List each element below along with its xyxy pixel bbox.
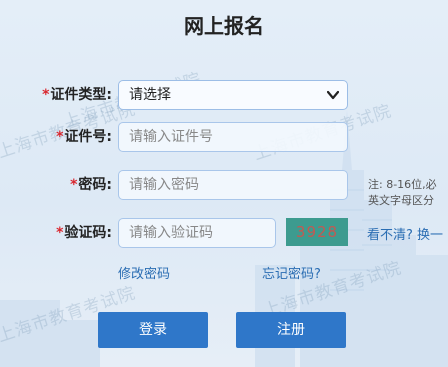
register-button[interactable]: 注册 — [236, 312, 346, 348]
id-number-label-text: 证件号: — [64, 129, 112, 145]
captcha-row: *验证码: 请输入验证码 — [0, 218, 280, 248]
change-password-link[interactable]: 修改密码 — [118, 263, 170, 282]
id-type-label: *证件类型: — [0, 80, 112, 110]
captcha-label-text: 验证码: — [64, 225, 112, 241]
id-number-input[interactable]: 请输入证件号 — [118, 122, 348, 152]
required-mark: * — [56, 129, 64, 145]
captcha-image[interactable]: 3928 — [286, 218, 348, 246]
captcha-label: *验证码: — [0, 218, 112, 248]
id-type-selected-value: 请选择 — [129, 87, 171, 103]
password-input[interactable]: 请输入密码 — [118, 170, 348, 200]
password-hint: 注: 8-16位,必 英文字母区分 — [368, 177, 437, 209]
id-type-label-text: 证件类型: — [50, 87, 112, 103]
required-mark: * — [42, 87, 50, 103]
id-number-row: *证件号: 请输入证件号 — [0, 122, 448, 152]
password-label-text: 密码: — [78, 177, 112, 193]
id-type-select[interactable]: 请选择 — [118, 80, 348, 110]
captcha-input[interactable]: 请输入验证码 — [118, 218, 276, 248]
password-hint-line2: 英文字母区分 — [368, 194, 434, 207]
password-hint-line1: 注: 8-16位,必 — [368, 178, 437, 191]
captcha-refresh-link[interactable]: 看不清? 换一 — [367, 224, 443, 243]
id-number-label: *证件号: — [0, 122, 112, 152]
required-mark: * — [70, 177, 78, 193]
login-button[interactable]: 登录 — [98, 312, 208, 348]
forgot-password-link[interactable]: 忘记密码? — [262, 263, 321, 282]
required-mark: * — [56, 225, 64, 241]
chevron-down-icon — [327, 90, 339, 100]
id-type-row: *证件类型: 请选择 — [0, 80, 448, 110]
password-label: *密码: — [0, 170, 112, 200]
page-title: 网上报名 — [184, 14, 264, 38]
